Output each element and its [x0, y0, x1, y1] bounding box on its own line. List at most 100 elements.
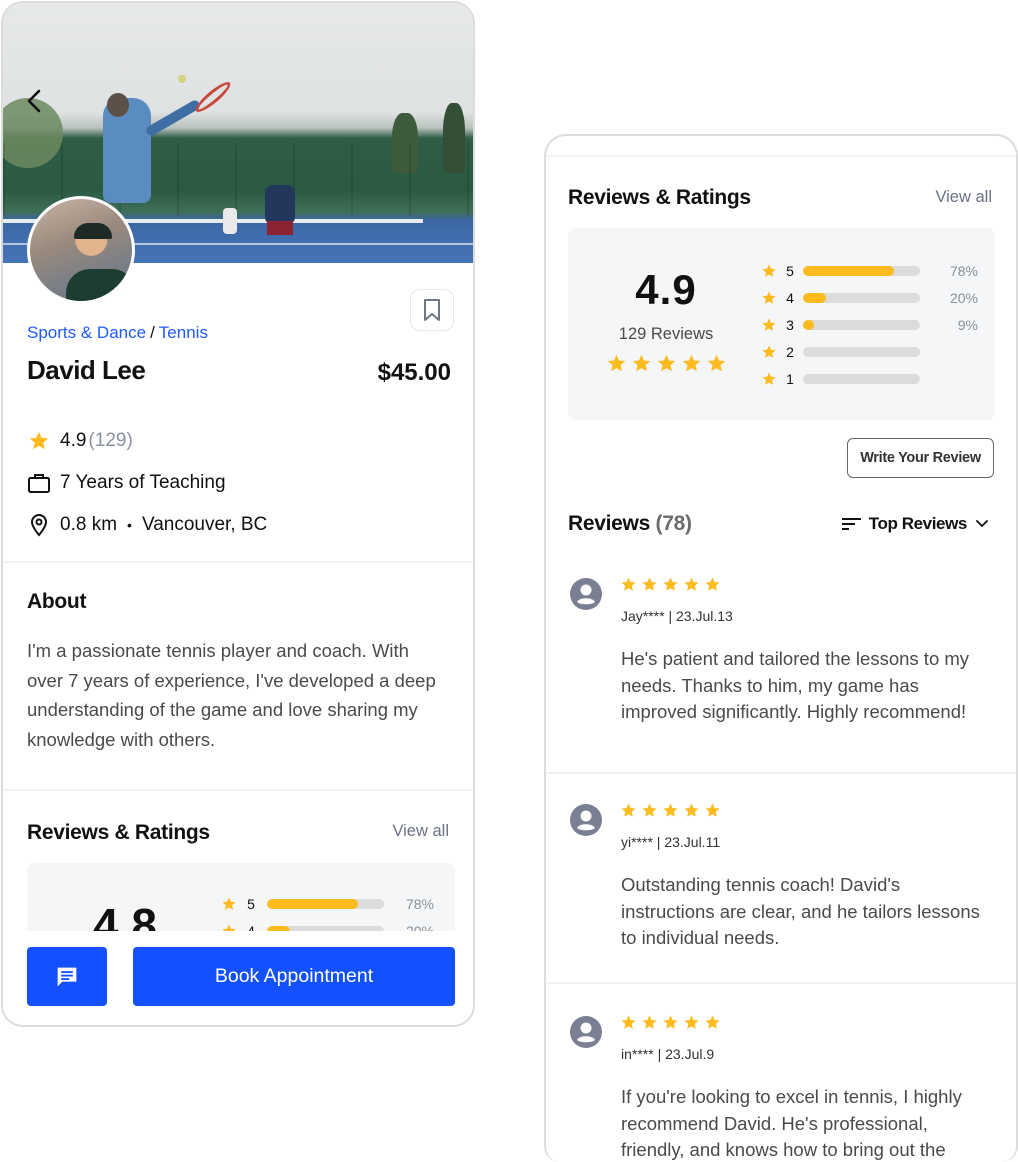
photo-player [223, 208, 237, 234]
rating-bar-row: 1 [761, 365, 978, 392]
bookmark-icon [424, 299, 440, 321]
divider [546, 982, 1016, 984]
profile-screen: Sports & Dance / Tennis David Lee $45.00 4… [1, 1, 475, 1027]
breadcrumb: Sports & Dance / Tennis [27, 323, 208, 343]
divider [3, 561, 473, 563]
star-icon [663, 577, 678, 591]
photo-player [265, 185, 295, 225]
back-button[interactable] [23, 87, 47, 115]
star-icon [705, 1015, 720, 1029]
star-icon [642, 1015, 657, 1029]
star-icon [621, 577, 636, 591]
rating-bar-percent: 9% [957, 316, 978, 333]
star-icon [607, 354, 626, 372]
experience-text: 7 Years of Teaching [60, 472, 226, 493]
view-all-link[interactable]: View all [935, 188, 992, 207]
reviews-count: (78) [655, 512, 692, 535]
star-icon [222, 897, 236, 910]
star-icon [682, 354, 701, 372]
chat-icon [57, 967, 77, 986]
briefcase-icon [27, 471, 51, 495]
user-avatar-icon [570, 578, 602, 610]
rating-bar-percent: 78% [405, 896, 434, 912]
location-row: 0.8 km • Vancouver, BC [27, 513, 267, 537]
breadcrumb-category[interactable]: Sports & Dance [27, 323, 146, 342]
star-icon [705, 577, 720, 591]
rating-bar-fill [267, 899, 359, 909]
star-icon [27, 429, 51, 453]
divider [546, 772, 1016, 774]
total-reviews: 129 Reviews [618, 325, 714, 343]
star-icon [621, 803, 636, 817]
star-icon [642, 803, 657, 817]
bookmark-button[interactable] [410, 289, 454, 331]
star-icon [762, 264, 776, 278]
rating-bar-label: 2 [786, 343, 794, 360]
about-text: I'm a passionate tennis player and coach… [27, 640, 436, 750]
star-icon [684, 577, 699, 591]
review-meta: yi**** | 23.Jul.11 [621, 834, 721, 850]
review-meta: Jay**** | 23.Jul.13 [621, 608, 733, 624]
user-avatar-icon [570, 804, 602, 836]
sort-label: Top Reviews [868, 514, 968, 533]
average-stars [606, 353, 727, 374]
rating-count: (129) [88, 430, 133, 451]
avatar-shirt [66, 269, 132, 301]
star-icon [632, 354, 651, 372]
photo-arm [144, 98, 202, 138]
review-stars [620, 576, 721, 593]
chat-button[interactable] [27, 947, 107, 1006]
star-icon [621, 1015, 636, 1029]
review-stars [620, 1014, 721, 1031]
rating-bar-row: 2 [761, 338, 978, 365]
rating-bar-fill [803, 319, 814, 330]
user-avatar-icon [570, 1016, 602, 1048]
rating-summary-card: 4.9 129 Reviews 5 78% 4 20% 3 9% 2 1 [568, 228, 995, 420]
review-meta: in**** | 23.Jul.9 [621, 1046, 715, 1062]
rating-bar-percent: 78% [949, 263, 978, 280]
rating-bar-label: 5 [247, 896, 255, 912]
photo-player-shorts [267, 221, 293, 235]
breadcrumb-subcategory[interactable]: Tennis [159, 323, 208, 342]
star-icon [663, 803, 678, 817]
about-title: About [27, 590, 87, 613]
star-icon [657, 354, 676, 372]
star-icon [684, 1015, 699, 1029]
rating-bar-track [803, 266, 920, 277]
rating-bar-label: 1 [786, 370, 794, 387]
photo-racket [192, 78, 234, 116]
avatar-cap [74, 223, 112, 239]
photo-player-head [107, 93, 129, 117]
write-review-button[interactable]: Write Your Review [847, 438, 994, 478]
rating-bar-track [267, 899, 384, 909]
reviews-title: Reviews [568, 512, 650, 535]
sort-dropdown[interactable]: Top Reviews [841, 514, 988, 534]
rating-bar-percent: 20% [949, 290, 978, 307]
rating-bar-fill [803, 266, 895, 277]
book-appointment-button[interactable]: Book Appointment [133, 947, 455, 1006]
rating-bar-track [803, 373, 920, 384]
reviews-screen: Reviews & Ratings View all 4.9 129 Revie… [544, 134, 1018, 1162]
rating-bar-fill [803, 293, 827, 304]
divider [3, 789, 473, 791]
star-icon [762, 345, 776, 358]
rating-bar-track [803, 346, 920, 357]
reviews-heading: Reviews (78) [568, 512, 692, 536]
rating-bar-track [803, 319, 920, 330]
view-all-link[interactable]: View all [392, 822, 449, 841]
rating-bar-row: 5 78% [221, 896, 434, 912]
star-icon [642, 577, 657, 591]
map-pin-icon [27, 513, 51, 537]
star-icon [707, 354, 726, 372]
reviews-ratings-title: Reviews & Ratings [568, 186, 751, 209]
experience-row: 7 Years of Teaching [27, 471, 226, 495]
star-icon [762, 318, 776, 331]
divider [546, 155, 1016, 157]
rating-bar-row: 5 78% [761, 258, 978, 285]
avatar [27, 196, 135, 304]
location-text: Vancouver, BC [141, 514, 268, 535]
star-icon [663, 1015, 678, 1029]
chevron-down-icon [976, 520, 988, 528]
rating-bar-row: 4 20% [761, 285, 978, 312]
review-text: Outstanding tennis coach! David's instru… [621, 874, 980, 948]
